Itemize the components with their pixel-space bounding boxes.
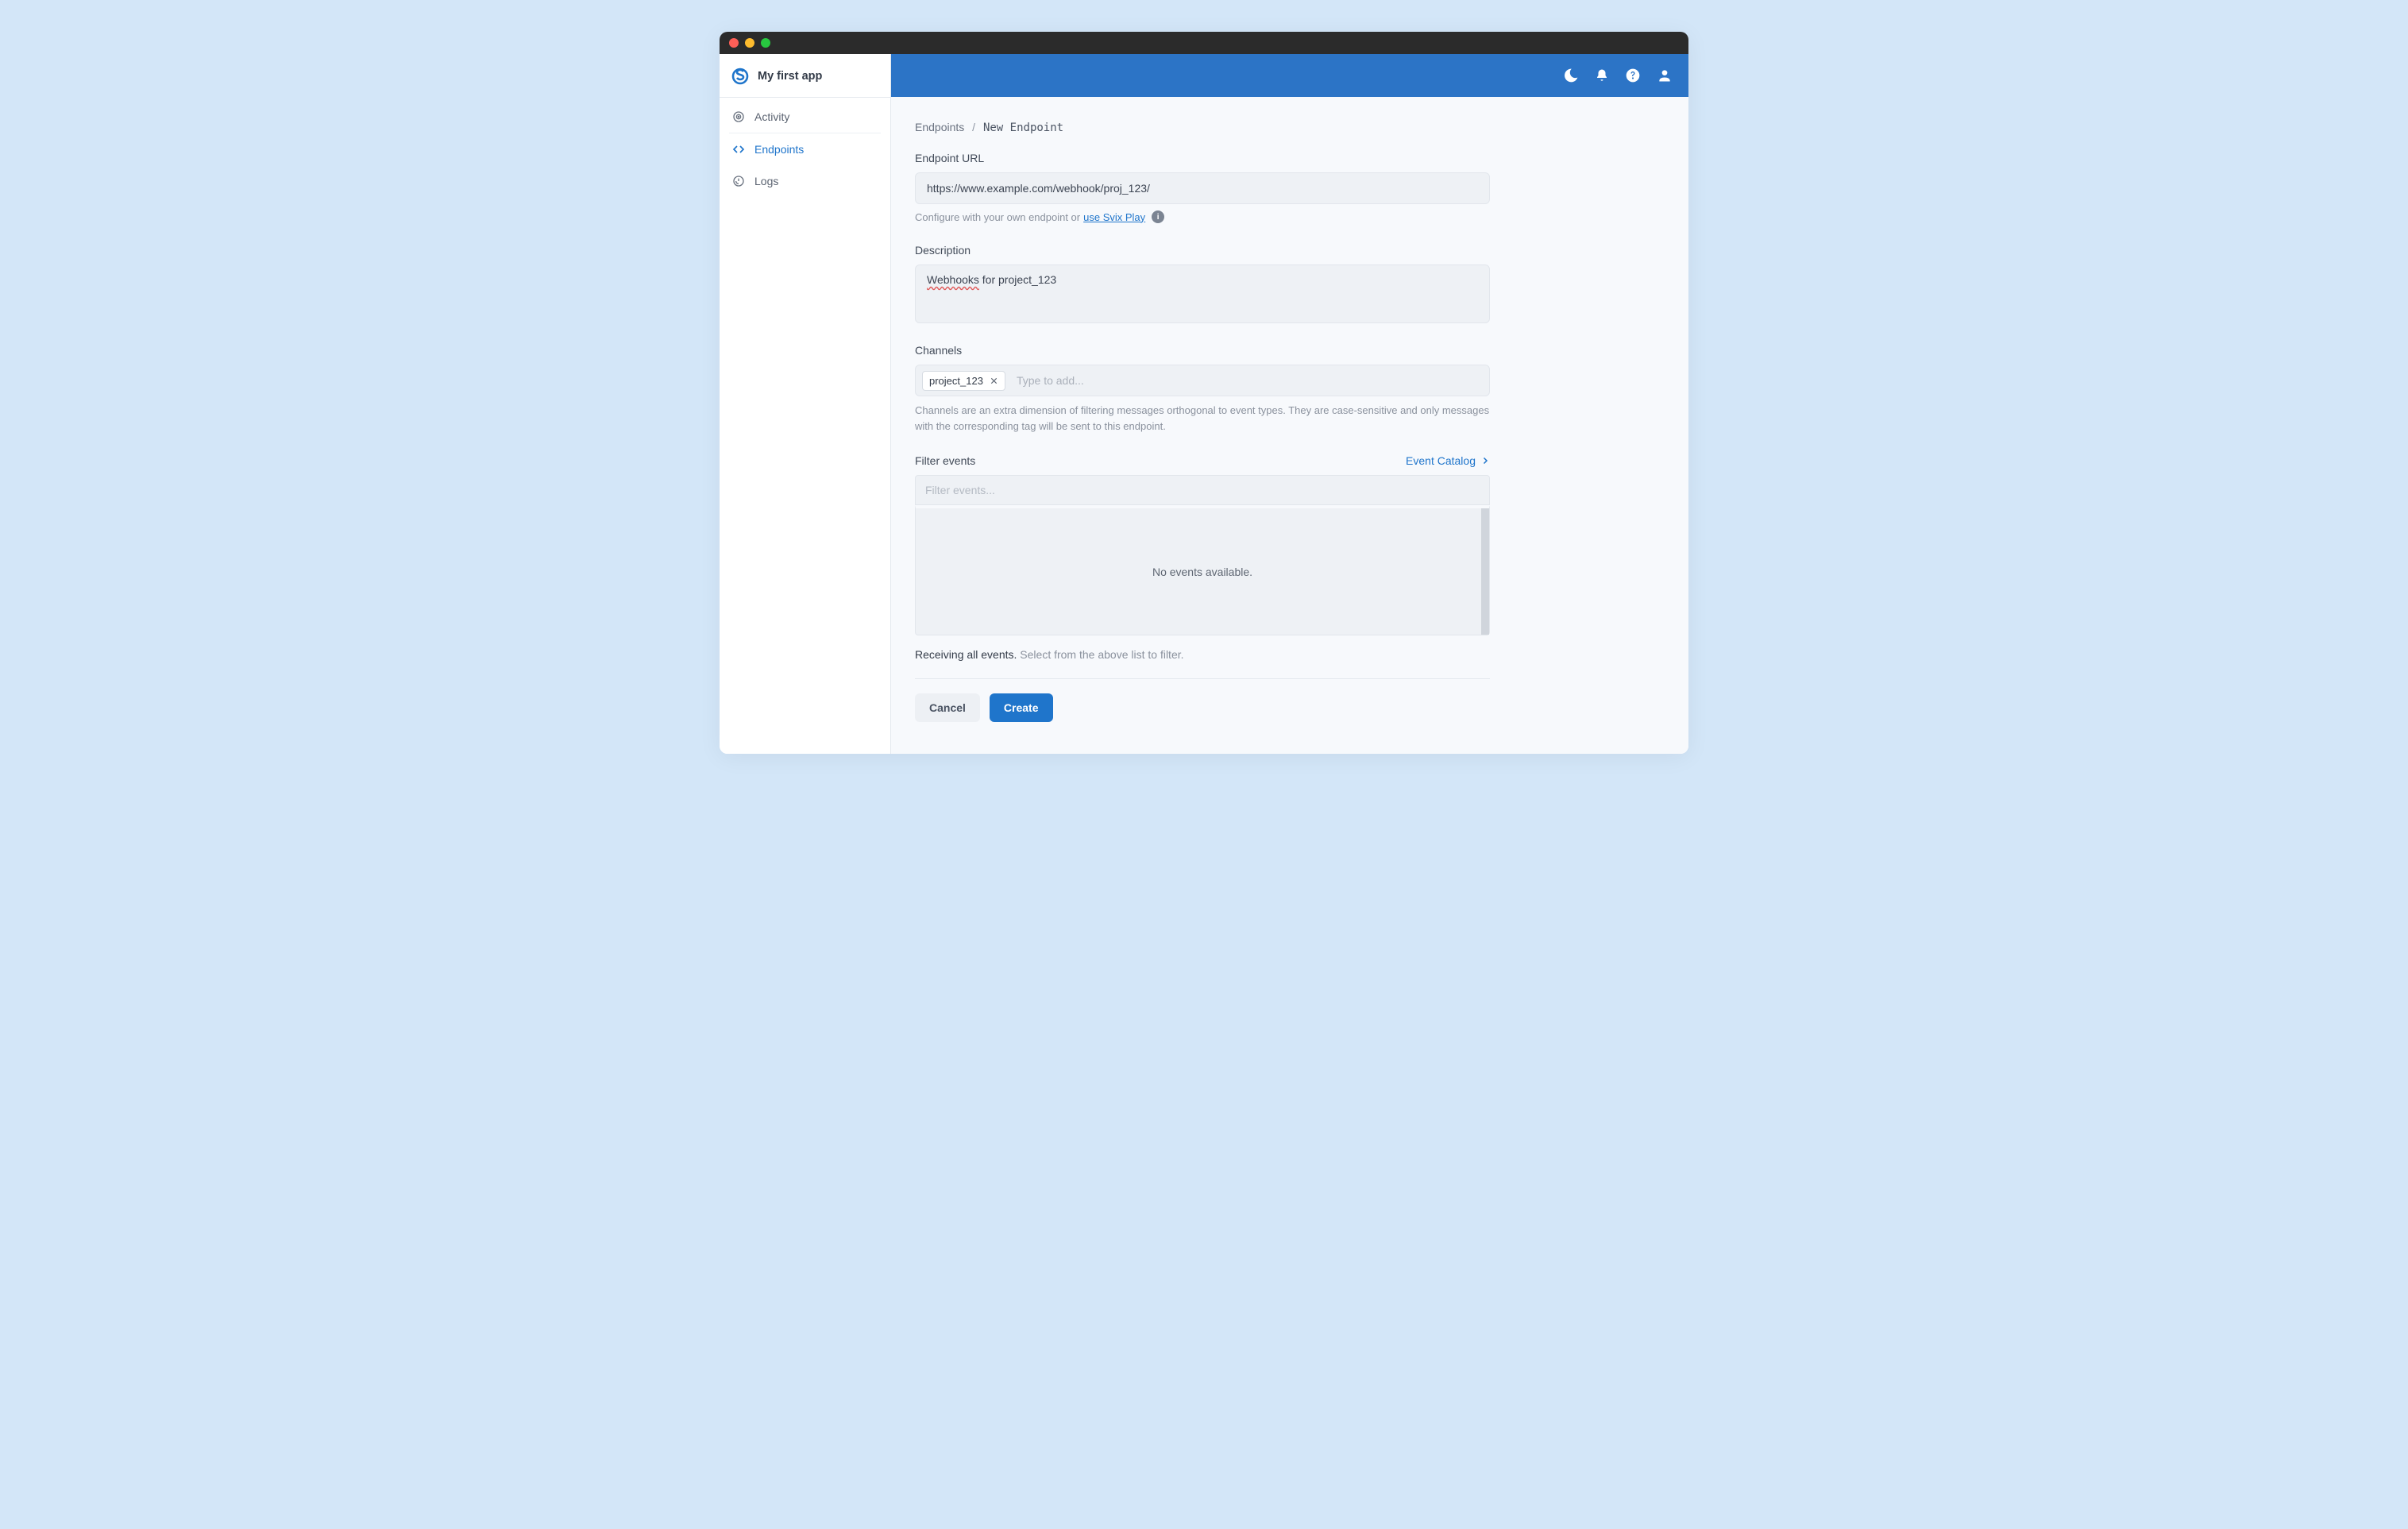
sidebar-header: My first app <box>720 54 890 98</box>
sidebar: My first app Activity Endpoints <box>720 54 891 754</box>
channel-chip-label: project_123 <box>929 375 983 387</box>
events-list[interactable]: No events available. <box>915 505 1490 635</box>
sidebar-item-label: Activity <box>754 110 789 123</box>
channels-label: Channels <box>915 344 1490 357</box>
divider <box>915 678 1490 679</box>
sidebar-item-activity[interactable]: Activity <box>720 101 890 133</box>
receiving-events-row: Receiving all events. Select from the ab… <box>915 648 1490 661</box>
endpoint-url-label: Endpoint URL <box>915 152 1490 164</box>
filter-events-label: Filter events <box>915 454 975 467</box>
channel-chip: project_123 <box>922 371 1005 391</box>
channels-input[interactable] <box>1013 371 1483 390</box>
window-maximize-dot[interactable] <box>761 38 770 48</box>
no-events-message: No events available. <box>1152 566 1252 578</box>
endpoints-icon <box>732 143 745 156</box>
window-close-dot[interactable] <box>729 38 739 48</box>
breadcrumb-separator: / <box>972 121 975 133</box>
form-actions: Cancel Create <box>915 693 1490 722</box>
filter-events-input[interactable] <box>925 481 1480 500</box>
app-window: My first app Activity Endpoints <box>720 32 1688 754</box>
endpoint-url-input[interactable] <box>915 172 1490 204</box>
breadcrumb-parent[interactable]: Endpoints <box>915 121 964 133</box>
channels-helper: Channels are an extra dimension of filte… <box>915 403 1490 434</box>
endpoint-url-helper: Configure with your own endpoint or use … <box>915 210 1490 223</box>
content: Endpoints / New Endpoint Endpoint URL Co… <box>891 97 1688 754</box>
user-icon[interactable] <box>1657 68 1673 83</box>
sidebar-item-logs[interactable]: Logs <box>720 165 890 197</box>
event-catalog-link[interactable]: Event Catalog <box>1406 454 1490 467</box>
sidebar-nav: Activity Endpoints Logs <box>720 98 890 197</box>
use-svix-play-link[interactable]: use Svix Play <box>1083 211 1145 223</box>
sidebar-item-label: Logs <box>754 175 778 187</box>
filter-events-input-wrap <box>915 475 1490 505</box>
logs-icon <box>732 175 745 187</box>
window-minimize-dot[interactable] <box>745 38 754 48</box>
main-area: Endpoints / New Endpoint Endpoint URL Co… <box>891 54 1688 754</box>
window-titlebar <box>720 32 1688 54</box>
app-name: My first app <box>758 70 822 83</box>
description-label: Description <box>915 244 1490 257</box>
create-button[interactable]: Create <box>990 693 1053 722</box>
sidebar-item-endpoints[interactable]: Endpoints <box>720 133 890 165</box>
channels-box[interactable]: project_123 <box>915 365 1490 396</box>
chevron-right-icon <box>1480 456 1490 465</box>
breadcrumb: Endpoints / New Endpoint <box>915 121 1665 134</box>
description-textarea[interactable]: Webhooks for project_123 <box>915 264 1490 323</box>
sidebar-item-label: Endpoints <box>754 143 804 156</box>
dark-mode-icon[interactable] <box>1563 68 1579 83</box>
help-icon[interactable] <box>1625 68 1641 83</box>
app-logo-icon <box>731 67 750 86</box>
remove-chip-icon[interactable] <box>990 376 998 385</box>
breadcrumb-current: New Endpoint <box>983 122 1063 134</box>
activity-icon <box>732 110 745 123</box>
info-icon[interactable]: i <box>1152 210 1164 223</box>
notifications-icon[interactable] <box>1595 68 1609 83</box>
topbar <box>891 54 1688 97</box>
cancel-button[interactable]: Cancel <box>915 693 980 722</box>
